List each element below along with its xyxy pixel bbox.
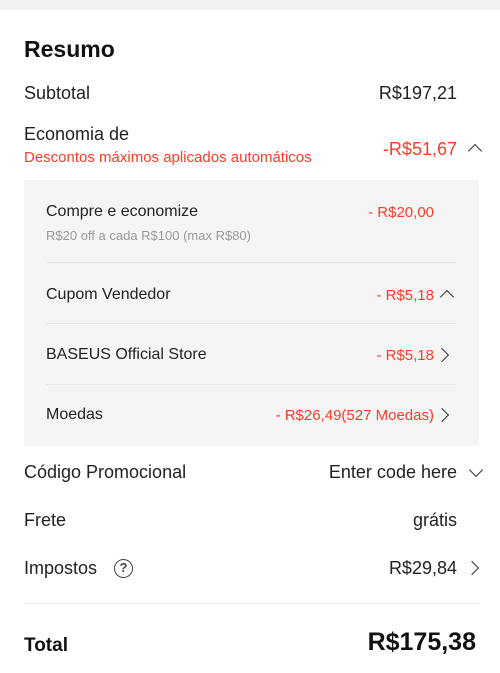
- divider: [46, 323, 457, 324]
- savings-note: Descontos máximos aplicados automáticos: [24, 149, 312, 166]
- taxes-value: R$29,84: [388, 558, 457, 578]
- taxes-label: Impostos: [24, 558, 98, 578]
- divider: [46, 384, 457, 385]
- seller-coupon-value: - R$5,18: [376, 287, 434, 304]
- total-value: R$175,38: [367, 628, 476, 656]
- savings-label: Economia de: [24, 124, 130, 144]
- promo-code-input[interactable]: Enter code here: [329, 462, 457, 483]
- total-label: Total: [24, 635, 68, 656]
- subtotal-value: R$197,21: [378, 83, 457, 103]
- discount-value: - R$20,00: [368, 204, 434, 221]
- seller-coupon-label: Cupom Vendedor: [46, 286, 171, 303]
- coins-value: - R$26,49(527 Moedas): [275, 407, 434, 424]
- chevron-right-icon[interactable]: [434, 347, 450, 363]
- discount-note: R$20 off a cada R$100 (max R$80): [46, 228, 251, 243]
- savings-value: -R$51,67: [382, 139, 457, 159]
- shipping-label: Frete: [24, 510, 67, 530]
- promo-label: Código Promocional: [24, 462, 187, 482]
- store-label: BASEUS Official Store: [46, 346, 207, 363]
- chevron-up-icon[interactable]: [439, 289, 455, 305]
- subtotal-label: Subtotal: [24, 83, 91, 103]
- discounts-panel: Compre e economize R$20 off a cada R$100…: [24, 180, 479, 446]
- chevron-right-icon[interactable]: [464, 560, 480, 576]
- chevron-down-icon[interactable]: [468, 462, 484, 478]
- discount-label: Compre e economize: [46, 203, 199, 220]
- top-strip: [0, 0, 500, 10]
- summary-title: Resumo: [24, 36, 115, 62]
- store-value: - R$5,18: [376, 347, 434, 364]
- divider: [24, 603, 479, 604]
- divider: [46, 262, 457, 263]
- coins-label: Moedas: [46, 406, 103, 423]
- help-icon[interactable]: ?: [114, 559, 133, 578]
- chevron-up-icon[interactable]: [467, 143, 483, 159]
- chevron-right-icon[interactable]: [434, 407, 450, 423]
- shipping-value: grátis: [412, 510, 457, 530]
